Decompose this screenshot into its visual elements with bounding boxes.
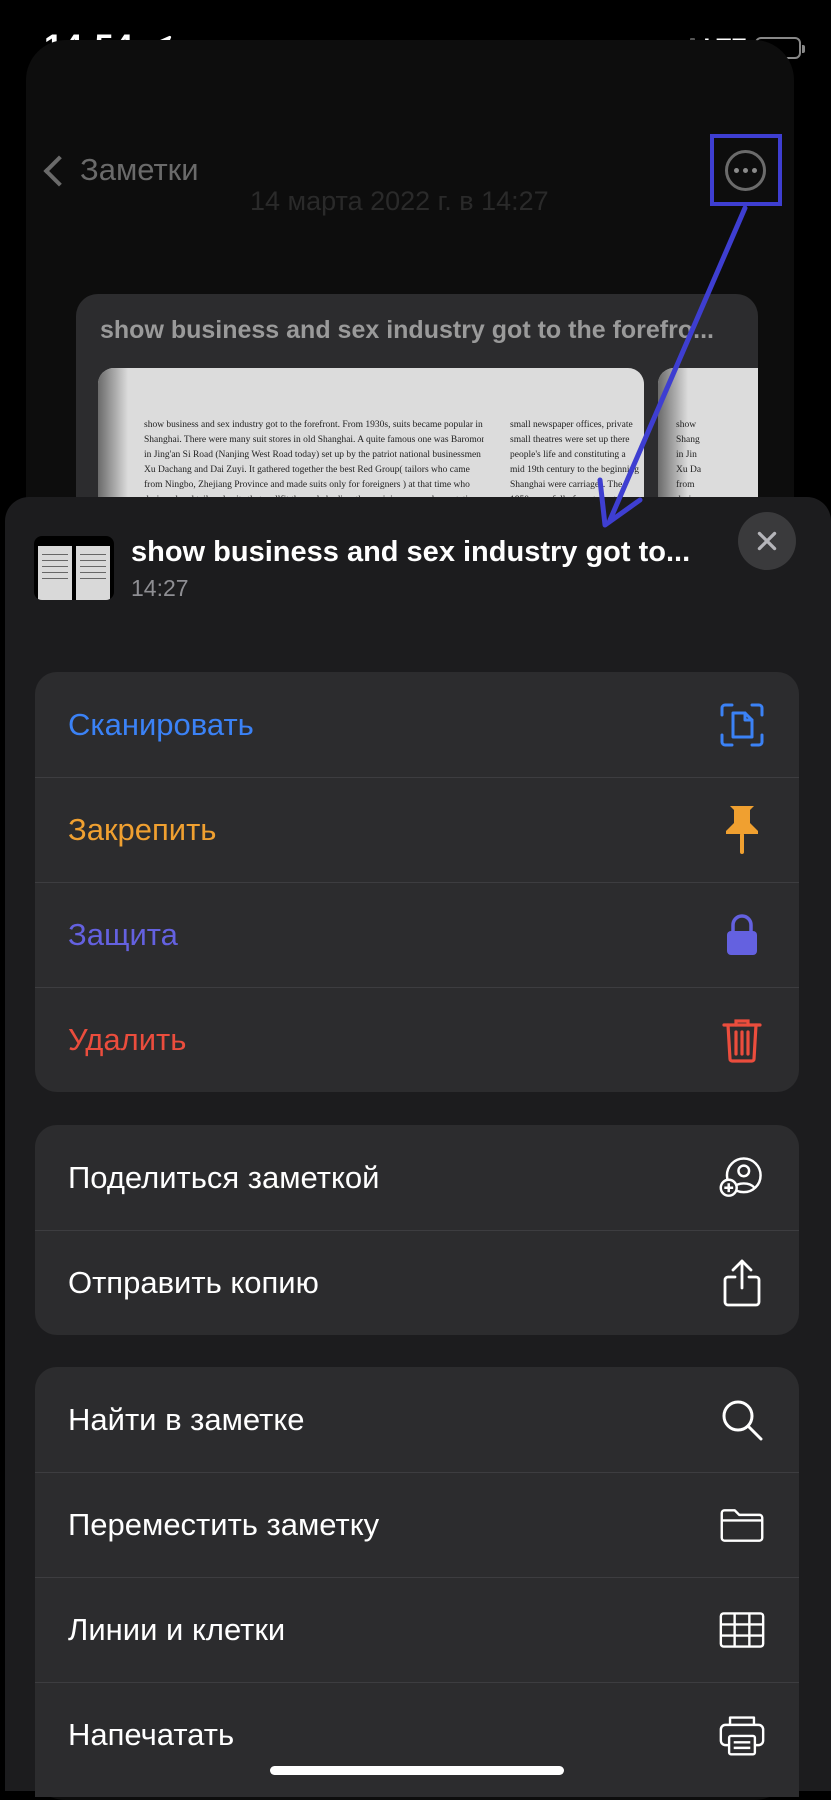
menu-item-label: Линии и клетки <box>68 1611 286 1647</box>
close-button[interactable] <box>738 512 796 570</box>
menu-item-label: Переместить заметку <box>68 1506 380 1542</box>
search-icon <box>719 1397 765 1443</box>
scan-text-far: show Shang in Jin Xu Da from desig <box>676 420 702 505</box>
menu-item-delete[interactable]: Удалить <box>35 987 799 1092</box>
menu-item-pin[interactable]: Закрепить <box>35 777 799 882</box>
menu-item-label: Сканировать <box>68 706 254 742</box>
menu-item-find[interactable]: Найти в заметке <box>35 1367 799 1472</box>
folder-icon <box>719 1502 765 1548</box>
note-card-title: show business and sex industry got to th… <box>100 316 714 344</box>
back-button[interactable]: Заметки <box>43 152 199 188</box>
annotation-highlight-box <box>710 134 782 206</box>
close-icon <box>757 531 777 551</box>
printer-icon <box>719 1712 765 1758</box>
share-person-icon <box>719 1155 765 1201</box>
scan-text-right: small newspaper offices, private small t… <box>510 420 640 505</box>
share-icon <box>719 1259 765 1306</box>
menu-item-move[interactable]: Переместить заметку <box>35 1472 799 1577</box>
menu-item-label: Закрепить <box>68 811 217 847</box>
actions-group-tools: Найти в заметке Переместить заметку Лини… <box>35 1367 799 1797</box>
home-indicator[interactable] <box>270 1766 564 1775</box>
trash-icon <box>719 1017 765 1063</box>
sheet-time: 14:27 <box>131 575 189 601</box>
menu-item-lock[interactable]: Защита <box>35 882 799 987</box>
menu-item-label: Удалить <box>68 1021 187 1057</box>
sheet-title: show business and sex industry got to... <box>131 536 691 568</box>
actions-group-share: Поделиться заметкой Отправить копию <box>35 1125 799 1335</box>
menu-item-label: Напечатать <box>68 1716 235 1752</box>
scan-document-icon <box>719 702 765 748</box>
lock-icon <box>719 912 765 958</box>
menu-item-label: Найти в заметке <box>68 1401 305 1437</box>
note-date: 14 марта 2022 г. в 14:27 <box>250 186 549 216</box>
menu-item-share-note[interactable]: Поделиться заметкой <box>35 1125 799 1230</box>
note-thumbnail <box>34 536 114 600</box>
menu-item-label: Защита <box>68 916 178 952</box>
actions-group-primary: Сканировать Закрепить Защита Удалить <box>35 672 799 1092</box>
back-label: Заметки <box>80 152 199 187</box>
scan-text-left: show business and sex industry got to th… <box>144 420 484 505</box>
menu-item-lines-grid[interactable]: Линии и клетки <box>35 1577 799 1682</box>
menu-item-scan[interactable]: Сканировать <box>35 672 799 777</box>
menu-item-send-copy[interactable]: Отправить копию <box>35 1230 799 1335</box>
grid-icon <box>719 1607 765 1653</box>
chevron-left-icon <box>43 155 75 187</box>
menu-item-label: Поделиться заметкой <box>68 1159 380 1195</box>
pin-icon <box>719 805 765 854</box>
menu-item-label: Отправить копию <box>68 1264 319 1300</box>
